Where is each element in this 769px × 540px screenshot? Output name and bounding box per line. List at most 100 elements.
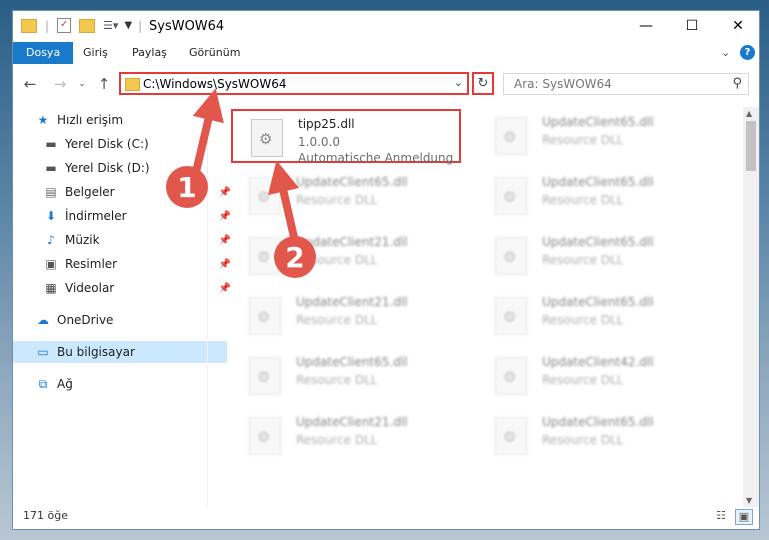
nav-item-onedrive[interactable]: ☁ OneDrive bbox=[13, 309, 227, 331]
window-title: SysWOW64 bbox=[149, 19, 225, 34]
file-name: UpdateClient65.dll bbox=[542, 115, 654, 129]
drive-icon: ▬ bbox=[45, 137, 57, 151]
file-item[interactable]: UpdateClient65.dll Resource DLL bbox=[477, 229, 707, 283]
up-button[interactable]: ↑ bbox=[93, 73, 115, 95]
file-list: tipp25.dll 1.0.0.0 Automatische Anmeldun… bbox=[213, 105, 743, 505]
file-description: Automatische Anmeldung bbox=[298, 151, 454, 165]
separator-icon: | bbox=[45, 18, 50, 33]
file-version: 1.0.0.0 bbox=[298, 135, 340, 149]
tab-file[interactable]: Dosya bbox=[13, 42, 74, 64]
item-count: 171 öğe bbox=[23, 509, 68, 522]
refresh-button[interactable]: ↻ bbox=[472, 72, 494, 95]
navigation-pane: ★ Hızlı erişim ▬ Yerel Disk (C:) ▬ Yerel… bbox=[13, 107, 231, 507]
file-name: UpdateClient65.dll bbox=[542, 175, 654, 189]
dll-file-icon bbox=[495, 177, 527, 215]
help-icon[interactable]: ? bbox=[740, 45, 755, 60]
minimize-button[interactable]: — bbox=[623, 11, 669, 41]
file-item[interactable]: UpdateClient65.dll Resource DLL bbox=[477, 109, 707, 163]
file-type: Resource DLL bbox=[542, 193, 624, 207]
new-folder-icon[interactable] bbox=[79, 18, 96, 33]
nav-item-label: Belgeler bbox=[65, 185, 115, 199]
close-button[interactable]: ✕ bbox=[715, 11, 761, 41]
file-type: Resource DLL bbox=[296, 193, 378, 207]
file-item[interactable]: UpdateClient21.dll Resource DLL bbox=[231, 289, 461, 343]
nav-item-quick-access[interactable]: ★ Hızlı erişim bbox=[13, 109, 227, 131]
file-item[interactable]: UpdateClient65.dll Resource DLL bbox=[477, 169, 707, 223]
document-icon: ▤ bbox=[45, 185, 57, 199]
quick-access-toolbar: | ✓ ☰▾ ▼ | bbox=[21, 18, 142, 33]
scroll-down-icon[interactable]: ▼ bbox=[746, 496, 752, 505]
tab-view[interactable]: Görünüm bbox=[189, 42, 240, 64]
tab-share[interactable]: Paylaş bbox=[132, 42, 167, 64]
search-input[interactable] bbox=[512, 76, 726, 92]
dll-file-icon bbox=[249, 297, 281, 335]
file-name: UpdateClient21.dll bbox=[296, 295, 408, 309]
nav-item-this-pc[interactable]: ▭ Bu bilgisayar bbox=[13, 341, 227, 363]
drive-icon: ▬ bbox=[45, 161, 57, 175]
address-row: ← → ⌄ ↑ C:\Windows\SysWOW64 ⌄ ↻ ⚲ bbox=[13, 69, 759, 99]
properties-icon[interactable]: ✓ bbox=[57, 18, 72, 33]
file-item[interactable]: UpdateClient65.dll Resource DLL bbox=[231, 349, 461, 403]
nav-item-label: OneDrive bbox=[57, 313, 114, 327]
nav-item-network[interactable]: ⧉ Ağ bbox=[13, 373, 227, 395]
separator-icon: | bbox=[138, 18, 143, 33]
download-icon: ⬇ bbox=[45, 209, 57, 223]
file-type: Resource DLL bbox=[542, 373, 624, 387]
status-bar: 171 öğe ☷ ▣ bbox=[13, 505, 759, 529]
pane-divider[interactable] bbox=[207, 107, 208, 507]
nav-item-pictures[interactable]: ▣ Resimler 📌 bbox=[13, 253, 235, 275]
file-name: UpdateClient42.dll bbox=[542, 355, 654, 369]
star-icon: ★ bbox=[37, 113, 49, 127]
address-bar[interactable]: C:\Windows\SysWOW64 ⌄ bbox=[119, 72, 469, 95]
maximize-button[interactable]: ☐ bbox=[669, 11, 715, 41]
folder-icon bbox=[21, 18, 37, 33]
tab-home[interactable]: Giriş bbox=[83, 42, 108, 64]
large-icons-view-icon[interactable]: ▣ bbox=[735, 509, 753, 525]
music-icon: ♪ bbox=[47, 233, 55, 247]
address-dropdown-icon[interactable]: ⌄ bbox=[454, 76, 463, 89]
file-item[interactable]: UpdateClient65.dll Resource DLL bbox=[477, 289, 707, 343]
file-item[interactable]: UpdateClient42.dll Resource DLL bbox=[477, 349, 707, 403]
file-name: UpdateClient65.dll bbox=[296, 355, 408, 369]
file-name: tipp25.dll bbox=[298, 117, 355, 131]
file-type: Resource DLL bbox=[542, 433, 624, 447]
forward-button[interactable]: → bbox=[49, 73, 71, 95]
nav-item-label: Müzik bbox=[65, 233, 100, 247]
file-name: UpdateClient21.dll bbox=[296, 415, 408, 429]
dll-file-icon bbox=[495, 357, 527, 395]
customize-toolbar-icon[interactable]: ☰▾ bbox=[103, 19, 118, 32]
dll-file-icon bbox=[495, 117, 527, 155]
file-type: Resource DLL bbox=[542, 133, 624, 147]
search-box[interactable]: ⚲ bbox=[503, 73, 749, 95]
file-name: UpdateClient65.dll bbox=[542, 415, 654, 429]
file-name: UpdateClient65.dll bbox=[542, 235, 654, 249]
nav-item-local-disk-c[interactable]: ▬ Yerel Disk (C:) bbox=[13, 133, 235, 155]
scrollbar-thumb[interactable] bbox=[746, 121, 756, 171]
file-item[interactable]: UpdateClient21.dll Resource DLL bbox=[231, 409, 461, 463]
file-item-selected[interactable]: tipp25.dll 1.0.0.0 Automatische Anmeldun… bbox=[231, 109, 461, 165]
computer-icon: ▭ bbox=[37, 345, 49, 359]
nav-item-music[interactable]: ♪ Müzik 📌 bbox=[13, 229, 235, 251]
nav-item-label: Bu bilgisayar bbox=[57, 345, 135, 359]
details-view-icon[interactable]: ☷ bbox=[713, 509, 729, 523]
nav-item-videos[interactable]: ▦ Videolar 📌 bbox=[13, 277, 235, 299]
step-1-badge: 1 bbox=[166, 166, 208, 208]
scroll-up-icon[interactable]: ▲ bbox=[746, 109, 752, 118]
nav-item-downloads[interactable]: ⬇ İndirmeler 📌 bbox=[13, 205, 235, 227]
dll-file-icon bbox=[495, 417, 527, 455]
nav-item-label: Ağ bbox=[57, 377, 73, 391]
step-2-badge: 2 bbox=[274, 236, 316, 278]
recent-locations-button[interactable]: ⌄ bbox=[71, 73, 93, 95]
file-item[interactable]: UpdateClient65.dll Resource DLL bbox=[477, 409, 707, 463]
explorer-window: | ✓ ☰▾ ▼ | SysWOW64 — ☐ ✕ Dosya Giriş Pa… bbox=[12, 10, 760, 530]
folder-icon bbox=[125, 78, 140, 91]
file-type: Resource DLL bbox=[296, 433, 378, 447]
file-name: UpdateClient65.dll bbox=[542, 295, 654, 309]
back-button[interactable]: ← bbox=[19, 73, 41, 95]
picture-icon: ▣ bbox=[45, 257, 57, 271]
expand-ribbon-icon[interactable]: ⌄ bbox=[721, 46, 730, 59]
file-item[interactable]: UpdateClient21.dll Resource DLL bbox=[231, 229, 461, 283]
dropdown-arrow-icon[interactable]: ▼ bbox=[124, 20, 132, 31]
vertical-scrollbar[interactable]: ▲ ▼ bbox=[743, 107, 759, 507]
file-item[interactable]: UpdateClient65.dll Resource DLL bbox=[231, 169, 461, 223]
